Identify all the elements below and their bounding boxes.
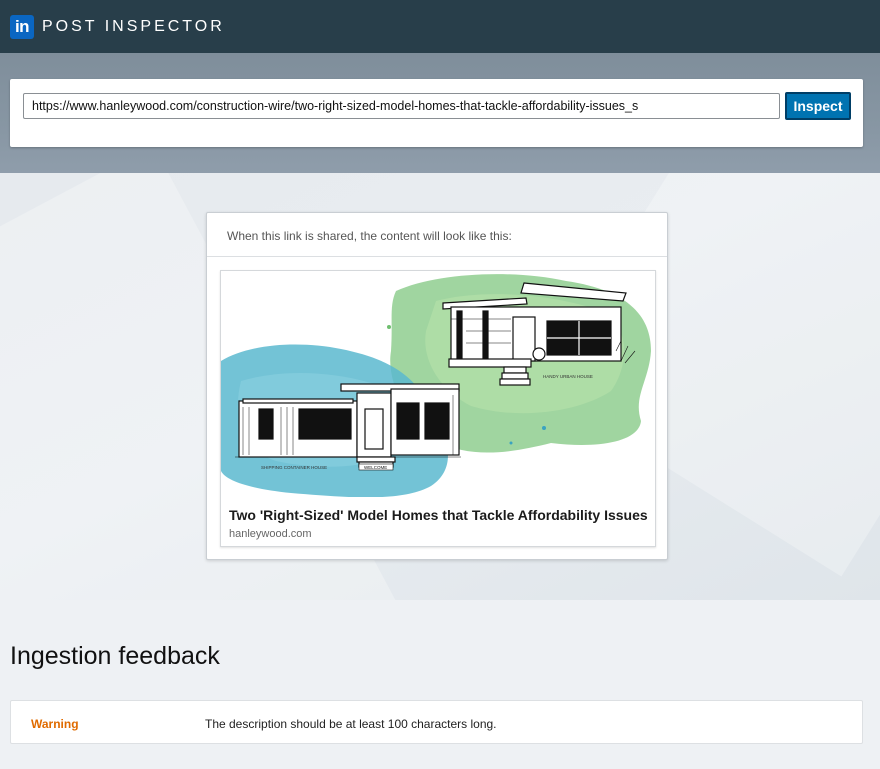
search-band: Inspect	[0, 53, 880, 173]
top-bar: in POST INSPECTOR	[0, 0, 880, 53]
divider	[207, 256, 667, 257]
post-preview-card[interactable]: HANDY URBAN HOUSE SHIPPING CONTAINER HOU…	[220, 270, 656, 547]
svg-text:SHIPPING CONTAINER HOUSE: SHIPPING CONTAINER HOUSE	[261, 465, 327, 470]
search-card: Inspect	[10, 79, 863, 147]
app-title: POST INSPECTOR	[42, 17, 225, 35]
svg-text:WELCOME: WELCOME	[364, 465, 387, 470]
preview-band: When this link is shared, the content wi…	[0, 173, 880, 600]
feedback-message: The description should be at least 100 c…	[205, 717, 497, 731]
preview-caption: When this link is shared, the content wi…	[227, 229, 512, 243]
inspect-button[interactable]: Inspect	[785, 92, 851, 120]
house-illustration: HANDY URBAN HOUSE SHIPPING CONTAINER HOU…	[221, 274, 651, 497]
preview-card: When this link is shared, the content wi…	[206, 212, 668, 560]
svg-text:HANDY URBAN HOUSE: HANDY URBAN HOUSE	[543, 374, 593, 379]
post-domain: hanleywood.com	[229, 528, 312, 540]
url-input[interactable]	[23, 93, 780, 119]
post-image: HANDY URBAN HOUSE SHIPPING CONTAINER HOU…	[221, 271, 655, 497]
feedback-item: Warning The description should be at lea…	[10, 700, 863, 744]
feedback-heading: Ingestion feedback	[10, 642, 220, 670]
linkedin-logo[interactable]: in	[10, 14, 34, 39]
post-title[interactable]: Two 'Right-Sized' Model Homes that Tackl…	[229, 507, 649, 523]
warning-label: Warning	[31, 717, 79, 731]
